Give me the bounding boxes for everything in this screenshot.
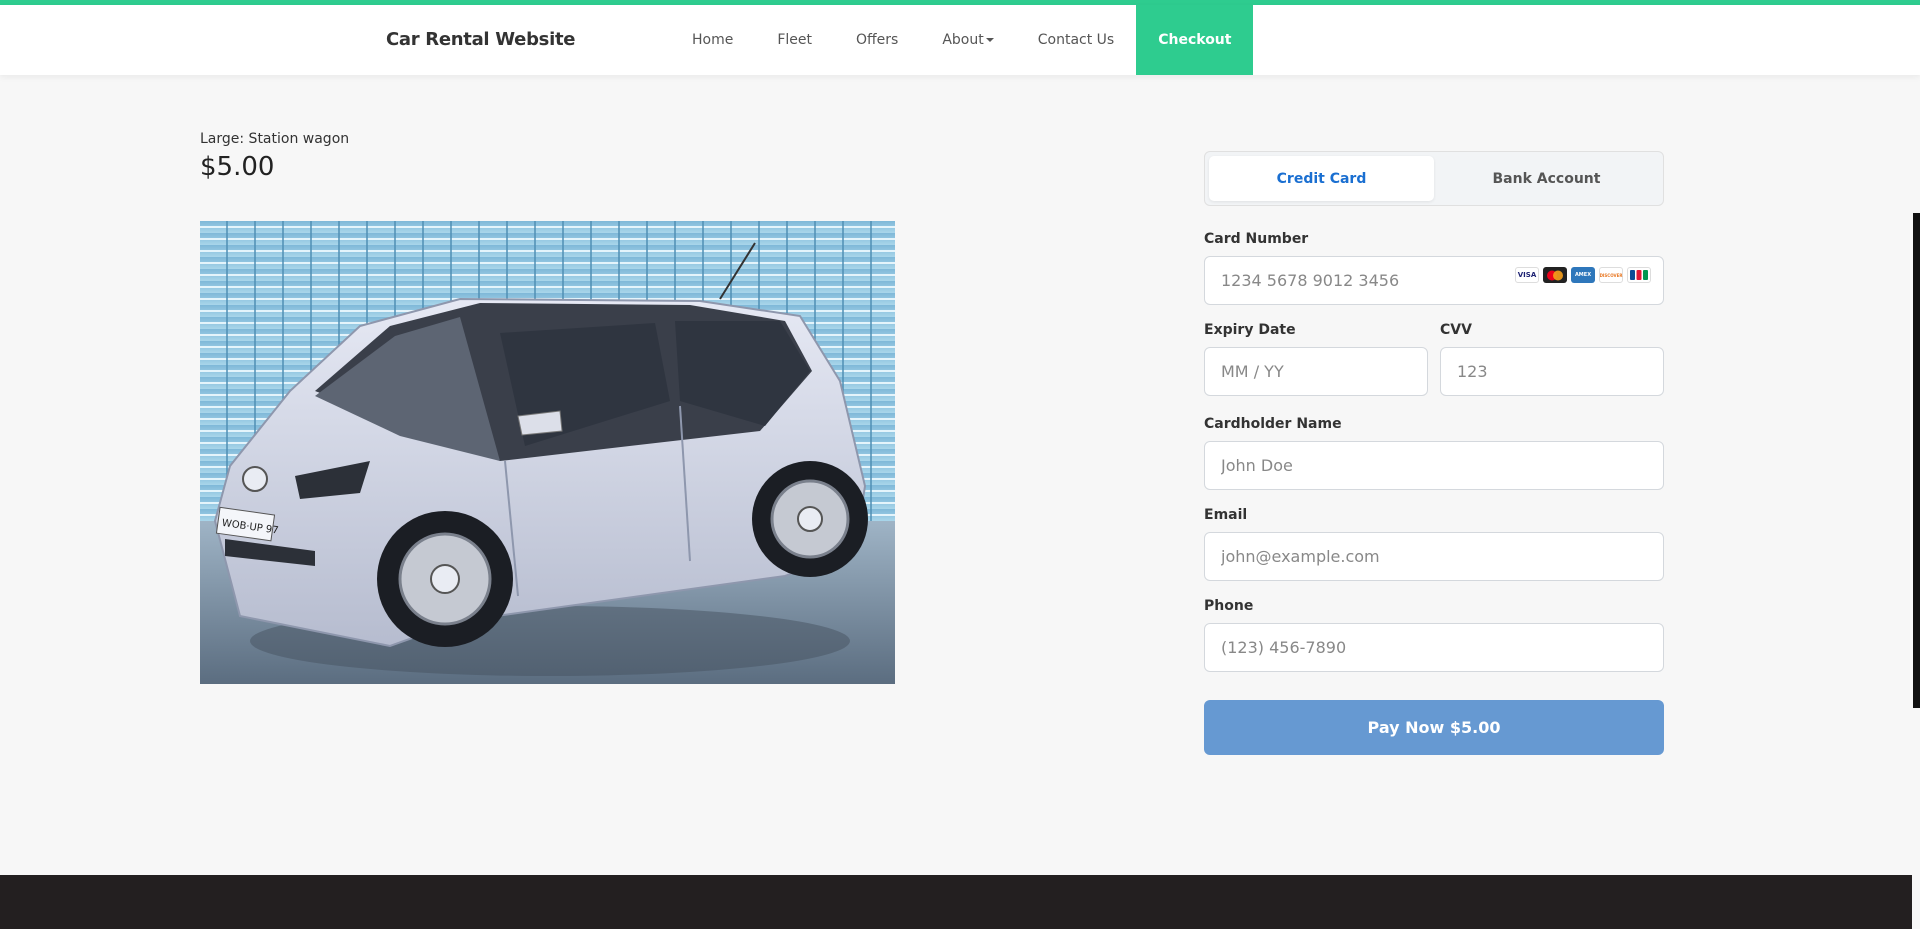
phone-input[interactable]: [1204, 623, 1664, 672]
main-nav: Home Fleet Offers About Contact Us Check…: [670, 5, 1254, 75]
card-logos: VISA AMEX DISCOVER: [1515, 267, 1651, 283]
nav-home[interactable]: Home: [670, 5, 755, 75]
cvv-label: CVV: [1440, 322, 1472, 338]
pay-now-button[interactable]: Pay Now $5.00: [1204, 700, 1664, 755]
tab-bank-account[interactable]: Bank Account: [1434, 156, 1659, 201]
nav-offers[interactable]: Offers: [834, 5, 920, 75]
jcb-icon: [1627, 267, 1651, 283]
nav-contact[interactable]: Contact Us: [1016, 5, 1136, 75]
discover-icon: DISCOVER: [1599, 267, 1623, 283]
amex-icon: AMEX: [1571, 267, 1595, 283]
visa-icon: VISA: [1515, 267, 1539, 283]
car-image: WOB·UP 97: [200, 221, 895, 684]
nav-checkout[interactable]: Checkout: [1136, 5, 1254, 75]
cardholder-name-label: Cardholder Name: [1204, 416, 1342, 432]
vehicle-price: $5.00: [200, 152, 275, 182]
vehicle-type-label: Large: Station wagon: [200, 131, 350, 147]
navbar: Car Rental Website Home Fleet Offers Abo…: [0, 5, 1920, 75]
card-number-label: Card Number: [1204, 231, 1309, 247]
phone-label: Phone: [1204, 598, 1254, 614]
cardholder-name-input[interactable]: [1204, 441, 1664, 490]
nav-about[interactable]: About: [920, 5, 1015, 75]
cvv-input[interactable]: [1440, 347, 1664, 396]
email-input[interactable]: [1204, 532, 1664, 581]
expiry-date-label: Expiry Date: [1204, 322, 1296, 338]
footer: [0, 875, 1912, 929]
email-label: Email: [1204, 507, 1248, 523]
caret-down-icon: [985, 38, 994, 42]
mastercard-icon: [1543, 267, 1567, 283]
expiry-date-input[interactable]: [1204, 347, 1428, 396]
nav-fleet[interactable]: Fleet: [755, 5, 834, 75]
tab-credit-card[interactable]: Credit Card: [1209, 156, 1434, 201]
nav-about-label: About: [942, 32, 984, 48]
brand-logo[interactable]: Car Rental Website: [386, 29, 575, 50]
scrollbar-thumb[interactable]: [1913, 213, 1920, 708]
payment-method-tabs: Credit Card Bank Account: [1204, 151, 1664, 206]
